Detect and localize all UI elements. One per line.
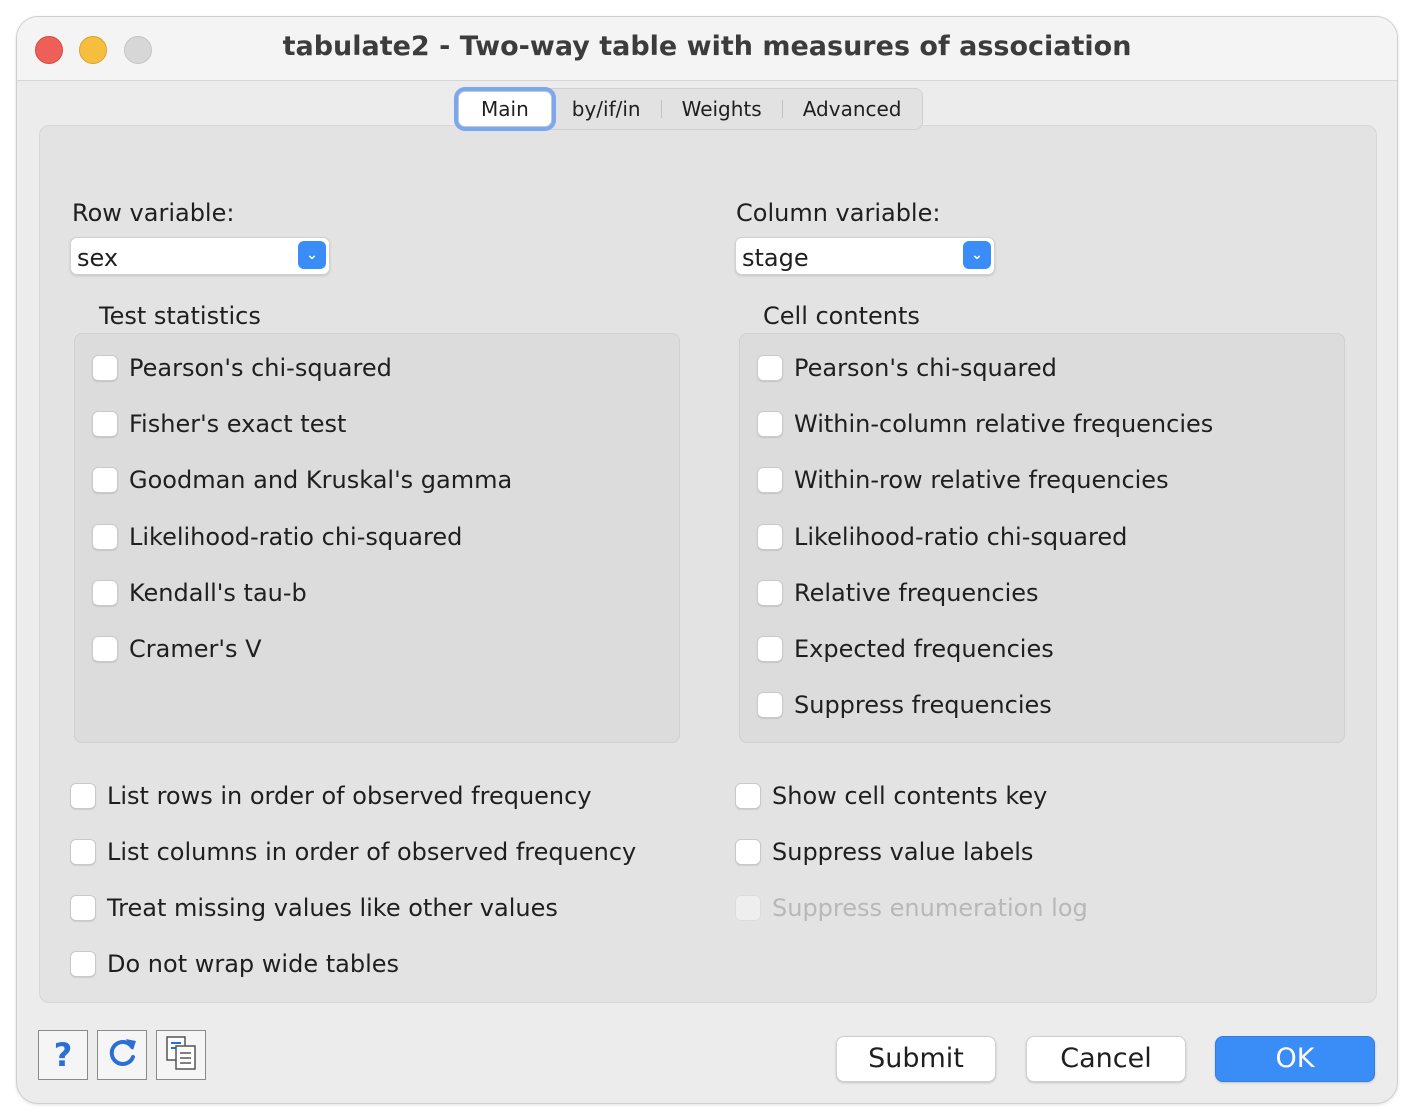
reset-button[interactable]	[97, 1030, 147, 1080]
cell-suppress-freq-checkbox[interactable]: Suppress frequencies	[757, 690, 1052, 720]
show-key-checkbox[interactable]: Show cell contents key	[735, 781, 1047, 811]
no-wrap-checkbox[interactable]: Do not wrap wide tables	[70, 949, 399, 979]
column-variable-label: Column variable:	[736, 199, 941, 227]
checkbox-label: Cramer's V	[129, 635, 262, 663]
cell-relative-checkbox[interactable]: Relative frequencies	[757, 578, 1039, 608]
checkbox-label: Kendall's tau-b	[129, 579, 307, 607]
tab-weights[interactable]: Weights	[662, 90, 782, 128]
checkbox-label: Relative frequencies	[794, 579, 1039, 607]
test-statistics-title: Test statistics	[99, 302, 261, 330]
checkbox-box[interactable]	[92, 355, 118, 381]
cell-contents-title: Cell contents	[763, 302, 920, 330]
checkbox-box[interactable]	[757, 467, 783, 493]
tab-advanced[interactable]: Advanced	[783, 90, 922, 128]
copy-command-button[interactable]	[156, 1030, 206, 1080]
checkbox-label: Treat missing values like other values	[107, 894, 558, 922]
cell-within-column-checkbox[interactable]: Within-column relative frequencies	[757, 409, 1213, 439]
help-button[interactable]: ?	[38, 1030, 88, 1080]
checkbox-box[interactable]	[92, 580, 118, 606]
checkbox-label: Within-row relative frequencies	[794, 466, 1169, 494]
checkbox-box[interactable]	[70, 783, 96, 809]
test-stat-cramer-checkbox[interactable]: Cramer's V	[92, 634, 262, 664]
submit-button[interactable]: Submit	[836, 1036, 996, 1082]
checkbox-label: Fisher's exact test	[129, 410, 347, 438]
row-variable-select[interactable]: sex ⌄	[70, 237, 330, 275]
checkbox-box[interactable]	[757, 692, 783, 718]
checkbox-label: Show cell contents key	[772, 782, 1048, 810]
test-stat-fisher-checkbox[interactable]: Fisher's exact test	[92, 409, 346, 439]
test-stat-lr-checkbox[interactable]: Likelihood-ratio chi-squared	[92, 522, 462, 552]
tab-main[interactable]: Main	[458, 91, 552, 127]
checkbox-box[interactable]	[735, 783, 761, 809]
test-stat-pearson-checkbox[interactable]: Pearson's chi-squared	[92, 353, 392, 383]
checkbox-label: Do not wrap wide tables	[107, 950, 400, 978]
checkbox-box[interactable]	[70, 951, 96, 977]
cell-pearson-checkbox[interactable]: Pearson's chi-squared	[757, 353, 1057, 383]
checkbox-label: List columns in order of observed freque…	[107, 838, 637, 866]
checkbox-box[interactable]	[92, 467, 118, 493]
test-stat-taub-checkbox[interactable]: Kendall's tau-b	[92, 578, 307, 608]
checkbox-box[interactable]	[92, 524, 118, 550]
checkbox-label: List rows in order of observed frequency	[107, 782, 592, 810]
column-variable-select[interactable]: stage ⌄	[735, 237, 995, 275]
row-variable-value: sex	[77, 244, 119, 272]
checkbox-label: Goodman and Kruskal's gamma	[129, 466, 513, 494]
chevron-down-icon: ⌄	[298, 241, 326, 269]
cell-expected-checkbox[interactable]: Expected frequencies	[757, 634, 1054, 664]
checkbox-box[interactable]	[757, 580, 783, 606]
checkbox-label: Suppress frequencies	[794, 691, 1052, 719]
tab-by-if-in[interactable]: by/if/in	[552, 90, 661, 128]
checkbox-box[interactable]	[70, 895, 96, 921]
refresh-icon	[104, 1035, 140, 1075]
list-rows-order-checkbox[interactable]: List rows in order of observed frequency	[70, 781, 592, 811]
cell-lr-checkbox[interactable]: Likelihood-ratio chi-squared	[757, 522, 1127, 552]
checkbox-label: Pearson's chi-squared	[129, 354, 392, 382]
chevron-down-icon: ⌄	[963, 241, 991, 269]
checkbox-box[interactable]	[92, 411, 118, 437]
ok-button[interactable]: OK	[1215, 1036, 1375, 1082]
list-columns-order-checkbox[interactable]: List columns in order of observed freque…	[70, 837, 636, 867]
checkbox-label: Likelihood-ratio chi-squared	[794, 523, 1128, 551]
checkbox-box[interactable]	[70, 839, 96, 865]
checkbox-label: Likelihood-ratio chi-squared	[129, 523, 463, 551]
checkbox-box[interactable]	[757, 355, 783, 381]
checkbox-box[interactable]	[735, 839, 761, 865]
cancel-button[interactable]: Cancel	[1026, 1036, 1186, 1082]
help-icon: ?	[53, 1036, 73, 1074]
checkbox-box[interactable]	[757, 524, 783, 550]
row-variable-label: Row variable:	[72, 199, 235, 227]
checkbox-label: Pearson's chi-squared	[794, 354, 1057, 382]
checkbox-label: Suppress enumeration log	[772, 894, 1088, 922]
treat-missing-checkbox[interactable]: Treat missing values like other values	[70, 893, 558, 923]
column-variable-value: stage	[742, 244, 809, 272]
test-stat-gamma-checkbox[interactable]: Goodman and Kruskal's gamma	[92, 465, 512, 495]
copy-icon	[163, 1034, 199, 1076]
checkbox-label: Suppress value labels	[772, 838, 1034, 866]
checkbox-box[interactable]	[757, 411, 783, 437]
checkbox-box[interactable]	[757, 636, 783, 662]
suppress-enumeration-log-checkbox: Suppress enumeration log	[735, 893, 1088, 923]
checkbox-label: Within-column relative frequencies	[794, 410, 1214, 438]
checkbox-box	[735, 895, 761, 921]
tab-bar: Main by/if/in Weights Advanced	[455, 88, 923, 130]
checkbox-box[interactable]	[92, 636, 118, 662]
window-title: tabulate2 - Two-way table with measures …	[282, 31, 1132, 62]
checkbox-label: Expected frequencies	[794, 635, 1054, 663]
suppress-value-labels-checkbox[interactable]: Suppress value labels	[735, 837, 1033, 867]
title-bar: tabulate2 - Two-way table with measures …	[17, 17, 1397, 81]
cell-within-row-checkbox[interactable]: Within-row relative frequencies	[757, 465, 1169, 495]
